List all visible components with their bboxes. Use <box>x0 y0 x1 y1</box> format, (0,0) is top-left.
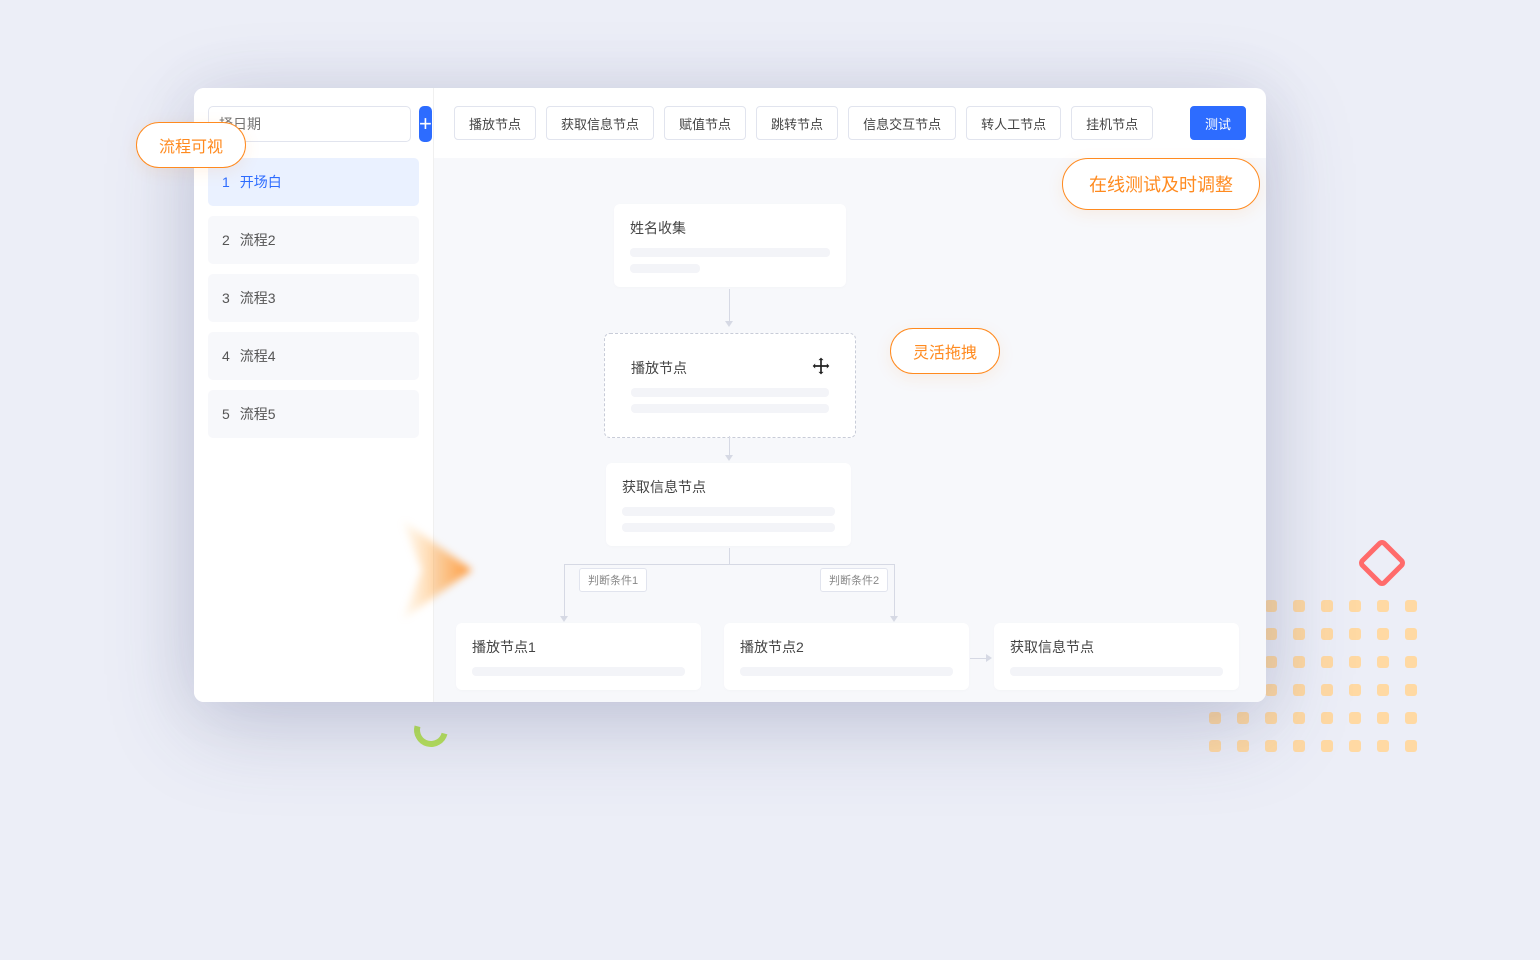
sidebar-item-label: 流程5 <box>240 404 276 424</box>
flow-list: 1 开场白 2 流程2 3 流程3 4 流程4 5 流程5 <box>208 158 419 438</box>
connector-line <box>729 548 730 564</box>
connector-arrow-right-icon <box>986 654 992 662</box>
toolbar-btn-hangup-node[interactable]: 挂机节点 <box>1071 106 1153 140</box>
flow-node-title: 获取信息节点 <box>1010 637 1223 657</box>
sidebar-item-num: 1 <box>222 174 230 190</box>
placeholder-line <box>740 667 953 676</box>
sidebar-item-label: 流程4 <box>240 346 276 366</box>
sidebar-item-num: 4 <box>222 348 230 364</box>
flow-node-title: 姓名收集 <box>630 218 830 238</box>
sidebar-item-label: 流程3 <box>240 288 276 308</box>
sidebar-item-num: 3 <box>222 290 230 306</box>
move-icon[interactable] <box>811 356 831 376</box>
toolbar-btn-jump-node[interactable]: 跳转节点 <box>756 106 838 140</box>
connector-arrow-down-icon <box>725 321 733 327</box>
placeholder-line <box>472 667 685 676</box>
test-button[interactable]: 测试 <box>1190 106 1246 140</box>
flow-node-title: 播放节点2 <box>740 637 953 657</box>
decoration-diamond <box>1357 538 1408 589</box>
sidebar-item-num: 5 <box>222 406 230 422</box>
flow-node-play2[interactable]: 播放节点2 <box>724 623 969 690</box>
sidebar-item-flow3[interactable]: 3 流程3 <box>208 274 419 322</box>
placeholder-line <box>630 248 830 257</box>
toolbar-btn-interact-node[interactable]: 信息交互节点 <box>848 106 956 140</box>
callout-online-test: 在线测试及时调整 <box>1062 158 1260 210</box>
sidebar-item-num: 2 <box>222 232 230 248</box>
connector-line <box>729 289 730 324</box>
placeholder-line <box>622 507 835 516</box>
connector-line <box>564 564 565 619</box>
flow-node-get-info[interactable]: 获取信息节点 <box>606 463 851 546</box>
toolbar-btn-getinfo-node[interactable]: 获取信息节点 <box>546 106 654 140</box>
placeholder-line <box>1010 667 1223 676</box>
decoration-arc <box>408 707 454 753</box>
placeholder-line <box>631 404 829 413</box>
placeholder-line <box>622 523 835 532</box>
callout-visual-flow: 流程可视 <box>136 122 246 168</box>
plus-icon: + <box>419 111 432 137</box>
branch-label-2: 判断条件2 <box>820 568 888 592</box>
sidebar-item-label: 流程2 <box>240 230 276 250</box>
branch-label-1: 判断条件1 <box>579 568 647 592</box>
sidebar-item-flow4[interactable]: 4 流程4 <box>208 332 419 380</box>
add-flow-button[interactable]: + <box>419 106 432 142</box>
sidebar: + 1 开场白 2 流程2 3 流程3 4 流程4 5 流程5 <box>194 88 434 702</box>
sidebar-item-label: 开场白 <box>240 172 282 192</box>
toolbar-btn-play-node[interactable]: 播放节点 <box>454 106 536 140</box>
callout-drag-drop: 灵活拖拽 <box>890 328 1000 374</box>
flow-node-play-dragging[interactable]: 播放节点 <box>604 333 856 438</box>
placeholder-line <box>630 264 700 273</box>
flow-node-name-collect[interactable]: 姓名收集 <box>614 204 846 287</box>
sidebar-item-flow2[interactable]: 2 流程2 <box>208 216 419 264</box>
toolbar-btn-transfer-node[interactable]: 转人工节点 <box>966 106 1061 140</box>
sidebar-item-opening[interactable]: 1 开场白 <box>208 158 419 206</box>
flow-node-title: 播放节点1 <box>472 637 685 657</box>
connector-line <box>564 564 894 565</box>
connector-line <box>894 564 895 619</box>
flow-canvas[interactable]: 姓名收集 播放节点 <box>434 158 1266 702</box>
connector-arrow-down-icon <box>560 616 568 622</box>
node-toolbar: 播放节点 获取信息节点 赋值节点 跳转节点 信息交互节点 转人工节点 挂机节点 … <box>434 88 1266 158</box>
flow-node-get-info-2[interactable]: 获取信息节点 <box>994 623 1239 690</box>
flow-node-title: 播放节点 <box>631 358 829 378</box>
toolbar-btn-assign-node[interactable]: 赋值节点 <box>664 106 746 140</box>
sidebar-item-flow5[interactable]: 5 流程5 <box>208 390 419 438</box>
flow-node-title: 获取信息节点 <box>622 477 835 497</box>
flow-node-play1[interactable]: 播放节点1 <box>456 623 701 690</box>
placeholder-line <box>631 388 829 397</box>
connector-arrow-down-icon <box>725 455 733 461</box>
connector-arrow-down-icon <box>890 616 898 622</box>
